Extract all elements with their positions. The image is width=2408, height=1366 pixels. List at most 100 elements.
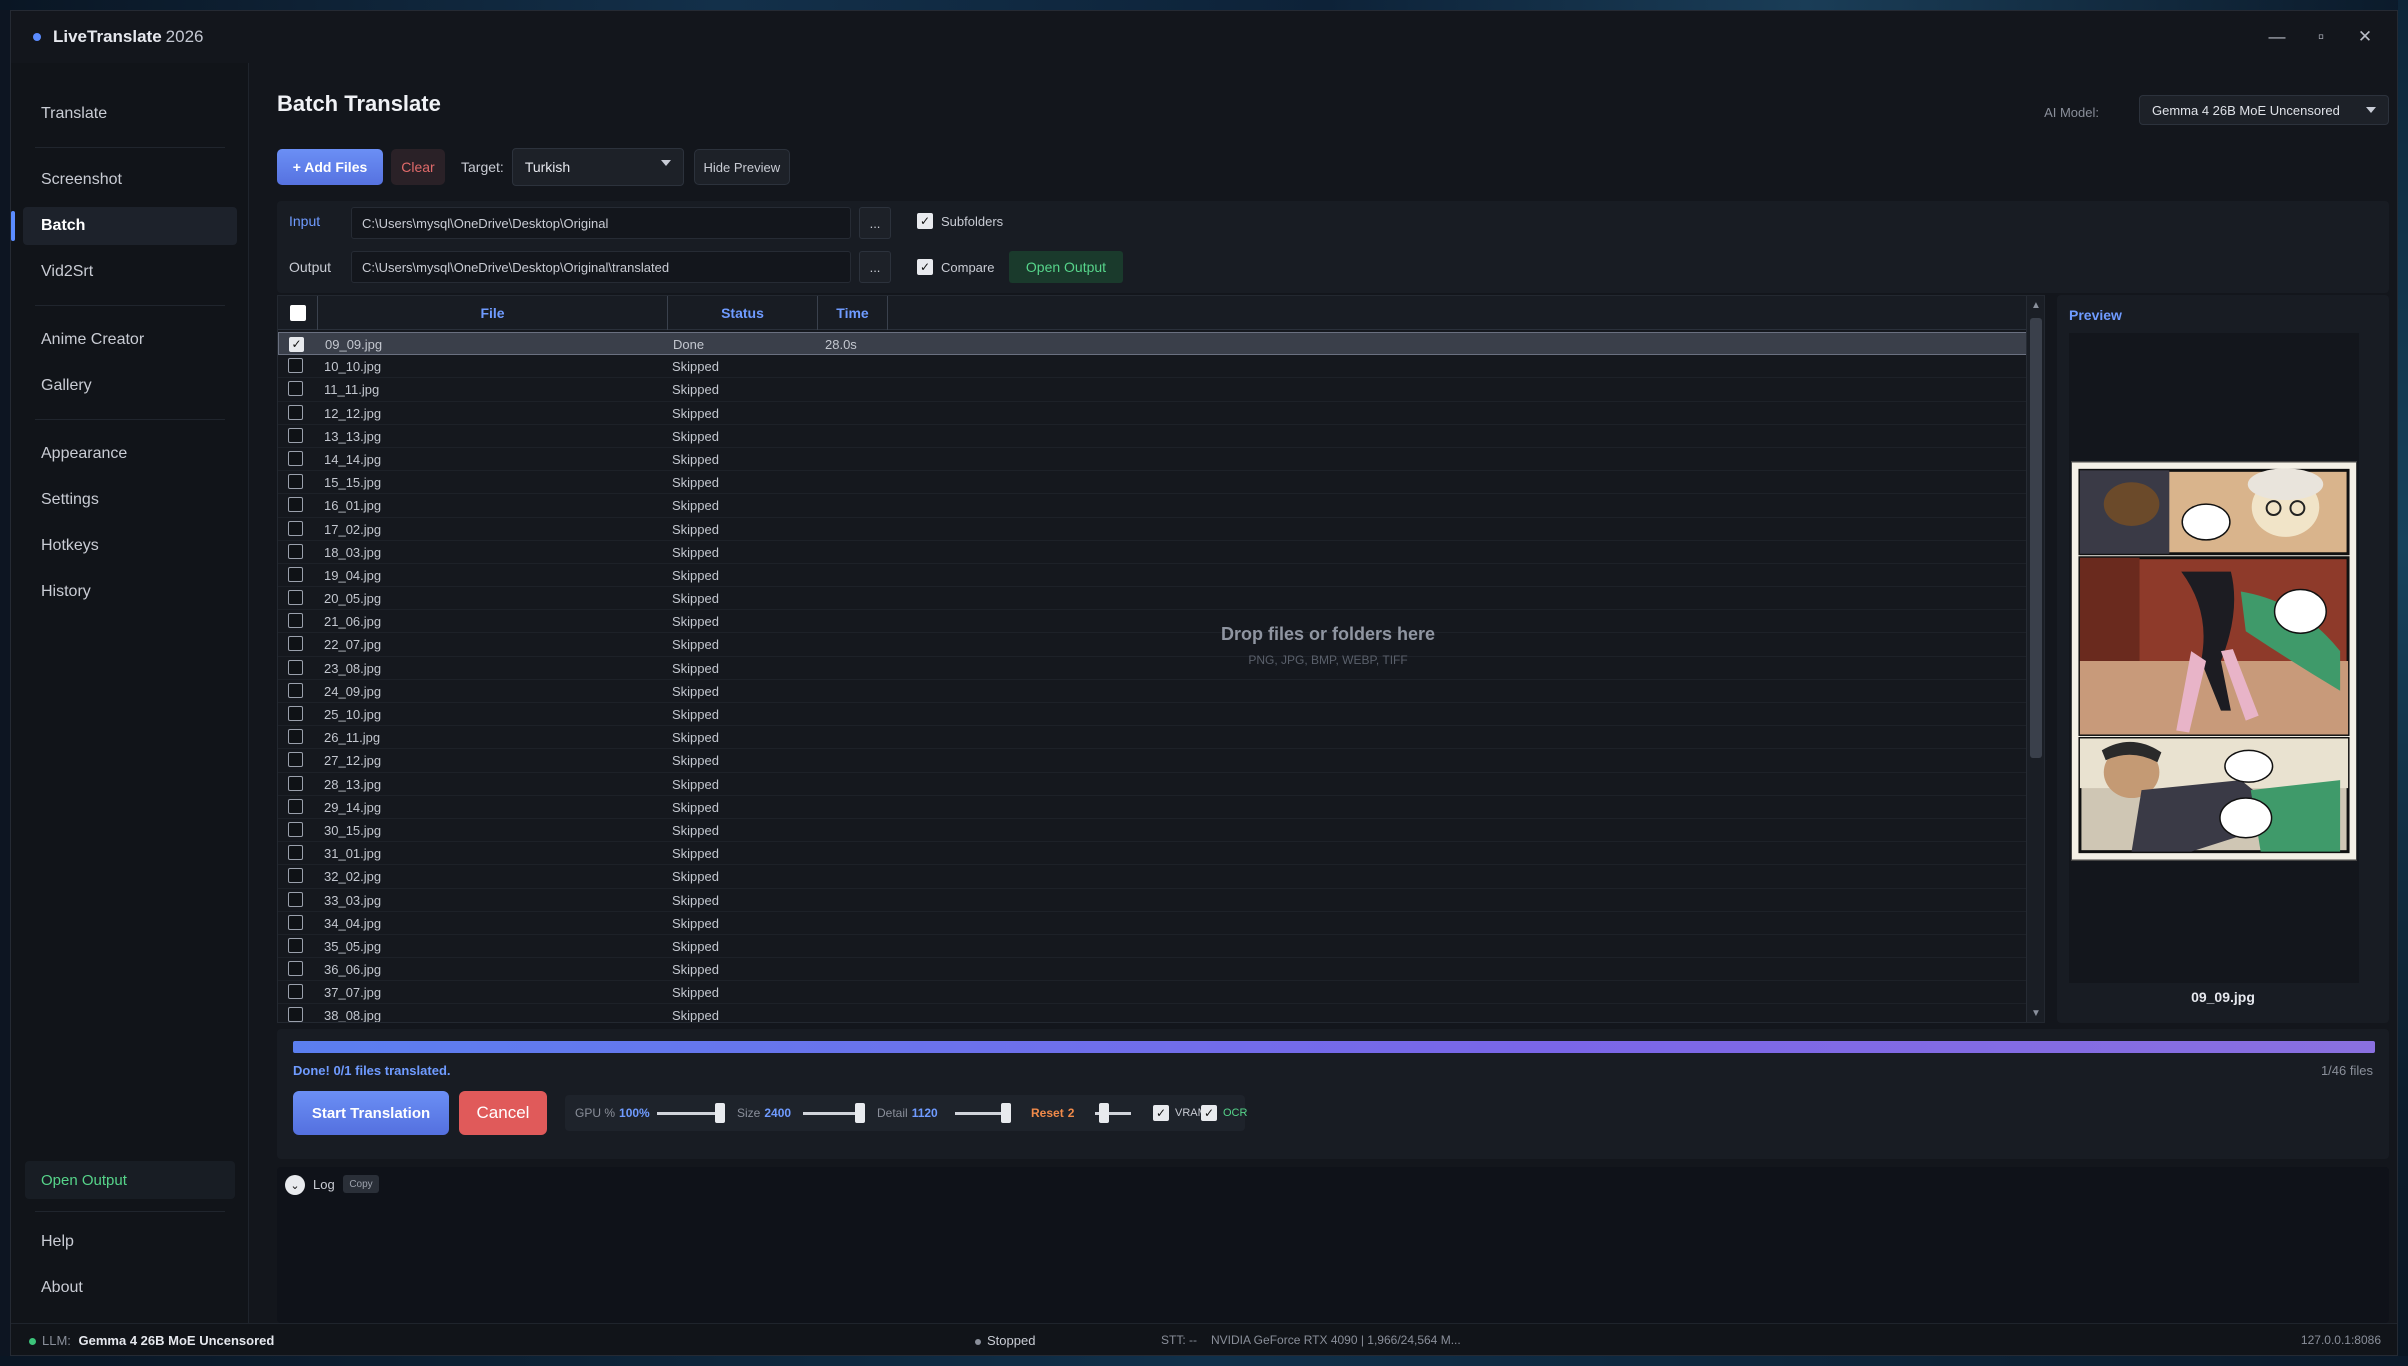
close-button[interactable]: ✕ xyxy=(2343,11,2387,63)
table-row[interactable]: 37_07.jpg Skipped xyxy=(278,981,2028,1005)
sidebar-item-batch[interactable]: Batch xyxy=(11,207,237,245)
table-row[interactable]: 31_01.jpg Skipped xyxy=(278,842,2028,866)
row-checkbox[interactable] xyxy=(288,590,303,606)
sidebar-item-history[interactable]: History xyxy=(23,573,237,611)
select-all-checkbox[interactable] xyxy=(289,305,306,321)
sidebar-item-anime-creator[interactable]: Anime Creator xyxy=(23,321,237,359)
row-checkbox[interactable] xyxy=(288,984,303,1000)
ocr-checkbox[interactable]: ✓ xyxy=(1201,1105,1217,1121)
scroll-down-icon[interactable]: ▼ xyxy=(2027,1004,2045,1022)
row-checkbox[interactable] xyxy=(288,821,303,837)
sidebar-item-gallery[interactable]: Gallery xyxy=(23,367,237,405)
sidebar-item-help[interactable]: Help xyxy=(23,1223,237,1261)
table-row[interactable]: 30_15.jpg Skipped xyxy=(278,819,2028,843)
table-row[interactable]: 34_04.jpg Skipped xyxy=(278,912,2028,935)
table-row[interactable]: 33_03.jpg Skipped xyxy=(278,889,2028,912)
ocr-option[interactable]: ✓ OCR xyxy=(1201,1105,1247,1121)
drop-zone[interactable]: Drop files or folders here PNG, JPG, BMP… xyxy=(1018,624,1638,667)
gpu-slider[interactable] xyxy=(657,1112,719,1115)
compare-option[interactable]: ✓ Compare xyxy=(917,259,994,275)
subfolders-checkbox[interactable]: ✓ xyxy=(917,213,933,229)
output-browse-button[interactable]: ... xyxy=(859,251,891,283)
row-checkbox[interactable] xyxy=(288,914,303,930)
table-row[interactable]: 25_10.jpg Skipped xyxy=(278,703,2028,727)
size-slider[interactable] xyxy=(803,1112,859,1115)
scroll-up-icon[interactable]: ▲ xyxy=(2027,296,2045,314)
sidebar-item-about[interactable]: About xyxy=(23,1269,237,1307)
sidebar-item-translate[interactable]: Translate xyxy=(23,95,237,133)
row-checkbox[interactable] xyxy=(288,682,303,698)
row-checkbox[interactable] xyxy=(288,706,303,721)
row-checkbox[interactable] xyxy=(288,729,303,745)
chevron-down-icon[interactable]: ⌄ xyxy=(285,1175,305,1195)
reset-slider-thumb[interactable] xyxy=(1099,1103,1109,1123)
minimize-button[interactable]: — xyxy=(2255,11,2299,63)
table-row[interactable]: 32_02.jpg Skipped xyxy=(278,865,2028,889)
open-output-button[interactable]: Open Output xyxy=(1009,251,1123,283)
row-checkbox[interactable] xyxy=(288,659,303,675)
table-row[interactable]: 29_14.jpg Skipped xyxy=(278,796,2028,819)
row-checkbox[interactable] xyxy=(288,868,303,884)
maximize-button[interactable]: ▫ xyxy=(2299,11,2343,63)
table-row[interactable]: 18_03.jpg Skipped xyxy=(278,541,2028,564)
table-row[interactable]: 19_04.jpg Skipped xyxy=(278,564,2028,588)
start-translation-button[interactable]: Start Translation xyxy=(293,1091,449,1135)
scroll-thumb[interactable] xyxy=(2030,318,2042,758)
size-slider-thumb[interactable] xyxy=(855,1103,865,1123)
row-checkbox[interactable] xyxy=(288,520,303,536)
row-checkbox[interactable] xyxy=(288,404,303,420)
table-row[interactable]: 26_11.jpg Skipped xyxy=(278,726,2028,750)
clear-button[interactable]: Clear xyxy=(391,149,445,185)
row-checkbox[interactable] xyxy=(288,1007,303,1022)
sidebar-item-appearance[interactable]: Appearance xyxy=(23,435,237,473)
table-scrollbar[interactable]: ▲ ▼ xyxy=(2026,296,2044,1022)
vram-option[interactable]: ✓ VRAM xyxy=(1153,1105,1207,1121)
table-row[interactable]: 11_11.jpg Skipped xyxy=(278,378,2028,402)
table-row[interactable]: 28_13.jpg Skipped xyxy=(278,773,2028,796)
row-checkbox[interactable]: ✓ xyxy=(289,336,304,352)
table-row[interactable]: 17_02.jpg Skipped xyxy=(278,518,2028,541)
table-row[interactable]: 15_15.jpg Skipped xyxy=(278,471,2028,495)
table-row[interactable]: 13_13.jpg Skipped xyxy=(278,425,2028,448)
row-checkbox[interactable] xyxy=(288,613,303,629)
column-status[interactable]: Status xyxy=(668,296,818,330)
row-checkbox[interactable] xyxy=(288,358,303,374)
sidebar-item-vid2srt[interactable]: Vid2Srt xyxy=(23,253,237,291)
row-checkbox[interactable] xyxy=(288,891,303,907)
table-row[interactable]: 36_06.jpg Skipped xyxy=(278,958,2028,982)
input-path-field[interactable]: C:\Users\mysql\OneDrive\Desktop\Original xyxy=(351,207,851,239)
hide-preview-button[interactable]: Hide Preview xyxy=(693,149,790,185)
row-checkbox[interactable] xyxy=(288,566,303,582)
row-checkbox[interactable] xyxy=(288,798,303,814)
table-row[interactable]: 38_08.jpg Skipped xyxy=(278,1004,2028,1022)
table-row[interactable]: 24_09.jpg Skipped xyxy=(278,680,2028,703)
table-row[interactable]: 16_01.jpg Skipped xyxy=(278,494,2028,518)
row-checkbox[interactable] xyxy=(288,775,303,791)
row-checkbox[interactable] xyxy=(288,381,303,397)
row-checkbox[interactable] xyxy=(288,497,303,513)
add-files-button[interactable]: + Add Files xyxy=(277,149,383,185)
row-checkbox[interactable] xyxy=(288,450,303,466)
row-checkbox[interactable] xyxy=(288,474,303,490)
table-row[interactable]: 35_05.jpg Skipped xyxy=(278,935,2028,959)
output-path-field[interactable]: C:\Users\mysql\OneDrive\Desktop\Original… xyxy=(351,251,851,283)
compare-checkbox[interactable]: ✓ xyxy=(917,259,933,275)
column-time[interactable]: Time xyxy=(818,296,888,330)
target-language-select[interactable]: Turkish xyxy=(511,148,684,186)
row-checkbox[interactable] xyxy=(288,752,303,768)
table-row[interactable]: 10_10.jpg Skipped xyxy=(278,355,2028,379)
row-checkbox[interactable] xyxy=(288,543,303,559)
table-row[interactable]: 20_05.jpg Skipped xyxy=(278,587,2028,611)
vram-checkbox[interactable]: ✓ xyxy=(1153,1105,1169,1121)
table-row[interactable]: 12_12.jpg Skipped xyxy=(278,402,2028,425)
row-checkbox[interactable] xyxy=(288,427,303,443)
table-row[interactable]: 14_14.jpg Skipped xyxy=(278,448,2028,472)
row-checkbox[interactable] xyxy=(288,636,303,652)
gpu-slider-thumb[interactable] xyxy=(715,1103,725,1123)
detail-slider-thumb[interactable] xyxy=(1001,1103,1011,1123)
table-row[interactable]: ✓ 09_09.jpg Done 28.0s xyxy=(278,332,2028,356)
sidebar-item-hotkeys[interactable]: Hotkeys xyxy=(23,527,237,565)
row-checkbox[interactable] xyxy=(288,961,303,977)
table-row[interactable]: 27_12.jpg Skipped xyxy=(278,749,2028,773)
sidebar-open-output-button[interactable]: Open Output xyxy=(25,1161,235,1199)
